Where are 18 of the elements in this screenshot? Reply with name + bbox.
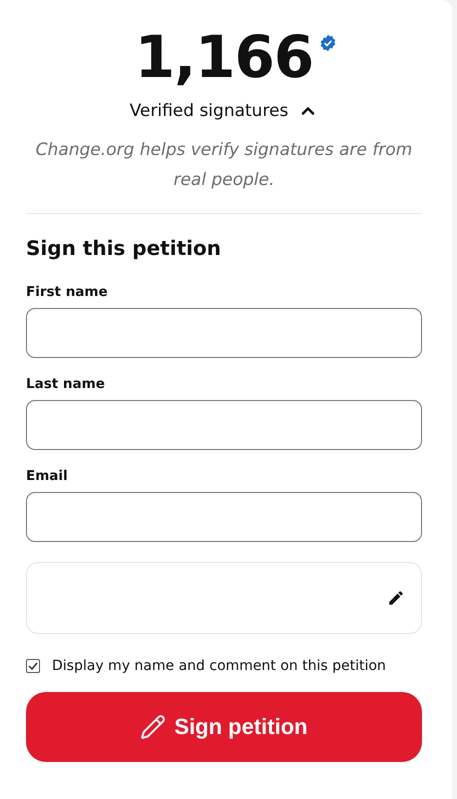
signature-count: 1,166	[134, 24, 314, 91]
sign-petition-button[interactable]: Sign petition	[26, 692, 422, 762]
comment-field[interactable]	[26, 562, 422, 634]
form-title: Sign this petition	[26, 236, 222, 260]
signature-pen-icon	[140, 714, 166, 740]
checkbox[interactable]	[26, 658, 40, 673]
pencil-icon	[387, 588, 405, 607]
field-label: Last name	[26, 376, 106, 392]
input-field[interactable]	[26, 400, 422, 450]
verification-note: Change.org helps verify signatures are from real people.	[34, 138, 414, 192]
input-field[interactable]	[26, 308, 422, 358]
verified-badge-icon	[319, 34, 338, 52]
field-label: First name	[26, 284, 109, 300]
field-label: Email	[26, 468, 69, 484]
input-field[interactable]	[26, 492, 422, 542]
checkbox-label: Display my name and comment on this petition	[52, 658, 386, 674]
verified-signatures-toggle[interactable]: Verified signatures	[130, 100, 318, 121]
edit-button[interactable]	[387, 588, 405, 607]
